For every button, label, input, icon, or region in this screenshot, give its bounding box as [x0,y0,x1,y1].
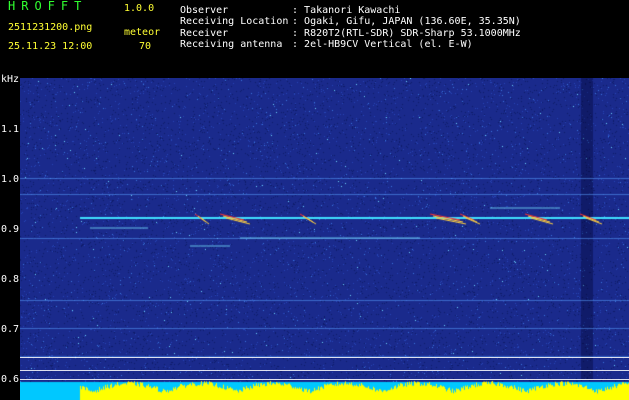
spectrogram-canvas [20,78,629,400]
observer-label: Observer [180,5,229,16]
location-value: Ogaki, Gifu, JAPAN (136.60E, 35.35N) [304,16,521,27]
antenna-value: 2el-HB9CV Vertical (el. E-W) [304,39,473,50]
date-time: 25.11.23 12:00 [8,41,93,52]
y-tick-label: 0.9 [1,224,20,235]
y-tick-label: 0.6 [1,374,20,385]
observer-value: Takanori Kawachi [304,5,401,16]
hrofft-window: HROFFT 1.0.0 2511231200.png meteor 25.11… [0,0,629,400]
y-tick-label: 1.1 [1,124,20,135]
app-name: HROFFT [8,0,88,13]
file-name: 2511231200.png [8,22,93,33]
reference-line [20,379,629,380]
y-axis-unit: kHz [1,74,20,85]
y-tick-label: 0.7 [1,324,20,335]
y-tick-label: 1.0 [1,174,20,185]
location-label: Receiving Location [180,16,289,27]
reference-line [20,370,629,371]
mode-label: meteor [124,27,161,38]
antenna-label: Receiving antenna [180,39,283,50]
reference-line [20,357,629,358]
app-version: 1.0.0 [124,3,155,14]
meteor-count: 70 [139,41,152,52]
y-tick-label: 0.8 [1,274,20,285]
receiver-label: Receiver [180,28,229,39]
receiver-value: R820T2(RTL-SDR) SDR-Sharp 53.1000MHz [304,28,521,39]
